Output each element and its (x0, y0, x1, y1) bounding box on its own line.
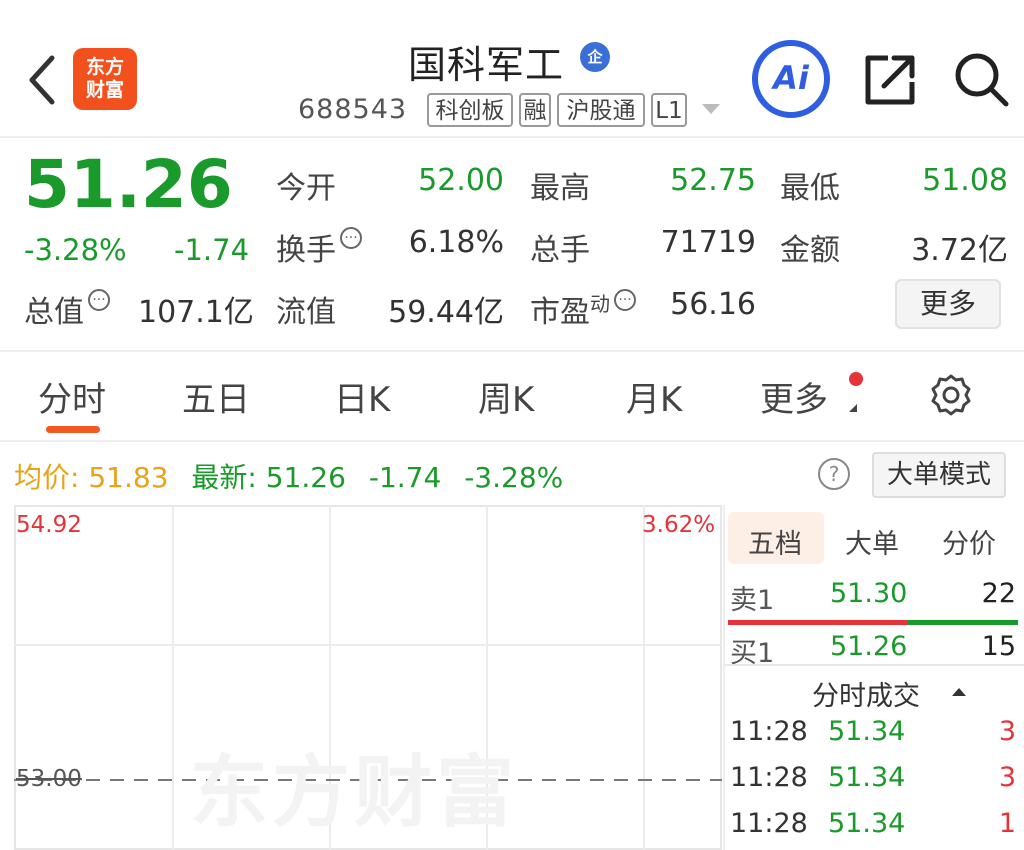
more-quote-button[interactable]: 更多 (895, 279, 1001, 329)
gear-icon[interactable] (928, 372, 974, 418)
divider (0, 440, 1024, 442)
stock-code: 688543 (298, 94, 408, 125)
tick-qty: 3 (998, 716, 1016, 747)
bid-ask-ratio-bar (728, 620, 1018, 625)
app-logo[interactable]: 东方 财富 (73, 48, 137, 110)
high-label: 最高 (530, 171, 590, 206)
amount-label: 金额 (780, 233, 840, 268)
pe-value: 56.16 (670, 287, 756, 322)
chart-prev-close: 53.00 (16, 766, 82, 792)
tag-level: L1 (651, 93, 687, 127)
notification-dot (849, 372, 863, 386)
info-icon[interactable]: ··· (614, 289, 636, 311)
panel-divider (723, 505, 725, 850)
buy1-price: 51.26 (830, 631, 908, 662)
turnover-value: 6.18% (408, 225, 504, 260)
open-label: 今开 (276, 171, 336, 206)
logo-line-2: 财富 (85, 79, 124, 101)
share-icon[interactable] (862, 50, 920, 108)
tick-price: 51.34 (828, 716, 906, 747)
header: 东方 财富 国科军工 企 688543 科创板 融 沪股通 L1 Ai (0, 0, 1024, 138)
buy1-qty: 15 (981, 631, 1016, 662)
pe-label: 市盈动 ··· (530, 287, 636, 331)
search-icon[interactable] (952, 50, 1010, 108)
tab-weekly-k[interactable]: 周K (478, 372, 534, 421)
info-icon[interactable]: ··· (340, 227, 362, 249)
buy-side-bar (728, 620, 908, 625)
watermark: 东方财富 (190, 748, 519, 838)
tag-star-market: 科创板 (427, 93, 513, 127)
panel-tab-big-order[interactable]: 大单 (845, 522, 899, 561)
change-amount: -1.74 (174, 233, 250, 267)
tick-time: 11:28 (730, 808, 808, 839)
tick-time: 11:28 (730, 716, 808, 747)
tick-qty: 3 (998, 762, 1016, 793)
chevron-left-icon[interactable] (22, 52, 62, 108)
turnover-label: 换手 ··· (276, 225, 362, 269)
big-order-mode-button[interactable]: 大单模式 (872, 452, 1006, 498)
divider (0, 350, 1024, 352)
tag-margin: 融 (519, 93, 551, 127)
turnover-label-text: 换手 (276, 233, 336, 268)
chart-high-pct: 3.62% (642, 512, 716, 538)
low-value: 51.08 (922, 163, 1008, 198)
change-percent: -3.28% (24, 233, 127, 267)
help-icon[interactable]: ? (818, 458, 850, 490)
latest-change-pct: -3.28% (464, 461, 564, 494)
enterprise-badge: 企 (580, 42, 610, 72)
tick-price: 51.34 (828, 808, 906, 839)
sell-side-bar (907, 620, 1018, 625)
last-price: 51.26 (24, 146, 233, 223)
dropdown-corner-icon (849, 404, 857, 412)
ticks-header[interactable]: 分时成交 (812, 674, 920, 713)
tab-more[interactable]: 更多 (760, 372, 828, 421)
open-value: 52.00 (418, 163, 504, 198)
chevron-up-icon[interactable] (952, 688, 966, 696)
float-cap-label: 流值 (276, 295, 336, 330)
chart-info-line: 均价: 51.83 最新: 51.26 -1.74 -3.28% (14, 456, 563, 496)
tag-stock-connect: 沪股通 (557, 93, 645, 127)
latest-change: -1.74 (368, 461, 442, 494)
sell1-price: 51.30 (830, 578, 908, 609)
pe-label-text: 市盈 (530, 295, 590, 330)
low-label: 最低 (780, 171, 840, 206)
pe-label-sup: 动 (590, 292, 610, 316)
tab-monthly-k[interactable]: 月K (626, 372, 682, 421)
mktcap-label: 总值 ··· (24, 287, 110, 331)
mktcap-label-text: 总值 (24, 295, 84, 330)
info-icon[interactable]: ··· (88, 289, 110, 311)
sell1-qty: 22 (981, 578, 1016, 609)
panel-tab-level5[interactable]: 五档 (748, 522, 802, 561)
panel-tab-price-dist[interactable]: 分价 (942, 522, 996, 561)
ai-assistant-button[interactable]: Ai (752, 40, 830, 118)
mktcap-value: 107.1亿 (138, 295, 254, 330)
latest-value: 51.26 (265, 461, 346, 494)
chart-high-price: 54.92 (16, 512, 82, 538)
tab-five-day[interactable]: 五日 (182, 372, 250, 421)
high-value: 52.75 (670, 163, 756, 198)
tick-qty: 1 (998, 808, 1016, 839)
active-tab-indicator (46, 426, 100, 433)
tab-daily-k[interactable]: 日K (334, 372, 390, 421)
float-cap-value: 59.44亿 (388, 295, 504, 330)
latest-label: 最新: (191, 461, 257, 494)
sell1-label: 卖1 (730, 585, 775, 616)
amount-value: 3.72亿 (911, 233, 1008, 268)
tick-price: 51.34 (828, 762, 906, 793)
tick-time: 11:28 (730, 762, 808, 793)
volume-value: 71719 (660, 225, 756, 260)
chevron-down-icon[interactable] (702, 104, 720, 114)
stock-name[interactable]: 国科军工 (408, 34, 564, 89)
volume-label: 总手 (530, 233, 590, 268)
avg-price-label: 均价: (14, 461, 80, 494)
tab-intraday[interactable]: 分时 (38, 372, 106, 421)
logo-line-1: 东方 (85, 56, 124, 78)
divider (724, 664, 1024, 666)
avg-price-value: 51.83 (88, 461, 169, 494)
